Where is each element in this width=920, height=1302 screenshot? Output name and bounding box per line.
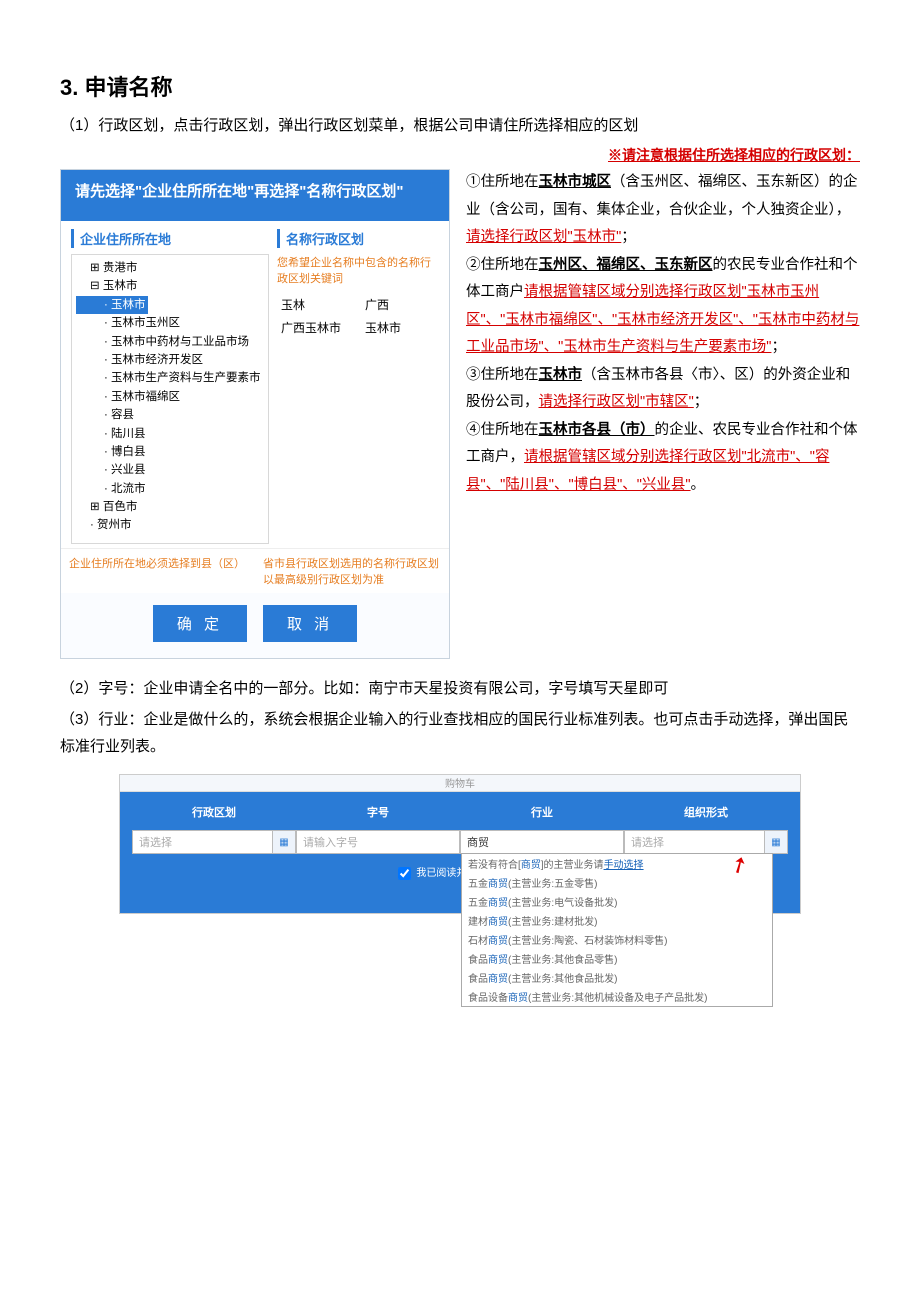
cancel-button[interactable]: 取 消 [263, 605, 357, 642]
name-input[interactable]: 请输入字号 [296, 830, 460, 854]
dropdown-option[interactable]: 石材商贸(主营业务:陶瓷、石材装饰材料零售) [462, 930, 772, 949]
dropdown-option[interactable]: 五金商贸(主营业务:电气设备批发) [462, 892, 772, 911]
dropdown-option[interactable]: 五金商贸(主营业务:五金零售) [462, 873, 772, 892]
tree-node[interactable]: · 容县 [76, 406, 264, 424]
tree-node[interactable]: · 玉林市经济开发区 [76, 351, 264, 369]
dropdown-option[interactable]: 建材商贸(主营业务:建材批发) [462, 911, 772, 930]
dropdown-option[interactable]: 食品设备商贸(主营业务:其他机械设备及电子产品批发) [462, 987, 772, 1006]
dialog-title: 请先选择"企业住所所在地"再选择"名称行政区划" [61, 170, 449, 221]
org-select[interactable]: 请选择▦ [624, 830, 788, 854]
region-dialog-screenshot: 请先选择"企业住所所在地"再选择"名称行政区划" 企业住所所在地 ⊞ 贵港市⊟ … [60, 169, 450, 659]
keyword-option[interactable]: 玉林市 [365, 319, 435, 336]
tree-node[interactable]: · 玉林市 [76, 296, 148, 314]
dropdown-icon[interactable]: ▦ [272, 831, 295, 853]
keyword-hint: 您希望企业名称中包含的名称行政区划关键词 [277, 254, 439, 286]
rules-text: ①住所地在玉林市城区（含玉州区、福绵区、玉东新区）的企业（含公司，国有、集体企业… [466, 169, 860, 500]
form-col-header: 组织形式 [624, 804, 788, 820]
form-col-header: 行业 [460, 804, 624, 820]
industry-form-screenshot: 购物车 行政区划字号行业组织形式 请选择▦ 请输入字号 商贸 ➚ 若没有符合[商… [119, 774, 801, 914]
tree-node[interactable]: · 玉林市福绵区 [76, 388, 264, 406]
industry-dropdown[interactable]: ➚ 若没有符合[商贸]的主营业务请手动选择五金商贸(主营业务:五金零售)五金商贸… [461, 853, 773, 1007]
tree-node[interactable]: · 玉林市中药材与工业品市场 [76, 333, 264, 351]
paragraph-1: （1）行政区划，点击行政区划，弹出行政区划菜单，根据公司申请住所选择相应的区划 [60, 112, 860, 139]
dropdown-icon[interactable]: ▦ [764, 831, 787, 853]
industry-input[interactable]: 商贸 ➚ 若没有符合[商贸]的主营业务请手动选择五金商贸(主营业务:五金零售)五… [460, 830, 624, 854]
section-heading: 3. 申请名称 [60, 70, 860, 102]
tree-node[interactable]: · 陆川县 [76, 425, 264, 443]
dropdown-option[interactable]: 食品商贸(主营业务:其他食品批发) [462, 968, 772, 987]
tree-node[interactable]: · 贺州市 [76, 516, 264, 534]
tree-node[interactable]: · 北流市 [76, 480, 264, 498]
keyword-option[interactable]: 广西 [365, 296, 435, 313]
footer-hint-left: 企业住所所在地必须选择到县（区） [61, 549, 255, 593]
region-tree[interactable]: ⊞ 贵港市⊟ 玉林市· 玉林市· 玉林市玉州区· 玉林市中药材与工业品市场· 玉… [71, 254, 269, 544]
panel-right-title: 名称行政区划 [277, 229, 439, 248]
footer-hint-right: 省市县行政区划选用的名称行政区划以最高级别行政区划为准 [255, 549, 449, 593]
dropdown-option[interactable]: 食品商贸(主营业务:其他食品零售) [462, 949, 772, 968]
tree-node[interactable]: · 兴业县 [76, 461, 264, 479]
tree-node[interactable]: ⊞ 百色市 [76, 498, 264, 516]
panel-left-title: 企业住所所在地 [71, 229, 269, 248]
form-col-header: 字号 [296, 804, 460, 820]
form-col-header: 行政区划 [132, 804, 296, 820]
confirm-button[interactable]: 确 定 [153, 605, 247, 642]
region-select[interactable]: 请选择▦ [132, 830, 296, 854]
agreement-checkbox[interactable] [398, 867, 411, 880]
keyword-grid[interactable]: 玉林广西广西玉林市玉林市 [277, 292, 439, 340]
keyword-option[interactable]: 玉林 [281, 296, 351, 313]
tree-node[interactable]: · 博白县 [76, 443, 264, 461]
tree-node[interactable]: ⊞ 贵港市 [76, 259, 264, 277]
notice-line: ※请注意根据住所选择相应的行政区划： [60, 145, 860, 165]
tree-node[interactable]: ⊟ 玉林市 [76, 277, 264, 295]
tree-node[interactable]: · 玉林市玉州区 [76, 314, 264, 332]
tree-node[interactable]: · 玉林市生产资料与生产要素市 [76, 369, 264, 387]
paragraph-2: （2）字号：企业申请全名中的一部分。比如：南宁市天星投资有限公司，字号填写天星即… [60, 675, 860, 702]
keyword-option[interactable]: 广西玉林市 [281, 319, 351, 336]
paragraph-3: （3）行业：企业是做什么的，系统会根据企业输入的行业查找相应的国民行业标准列表。… [60, 706, 860, 760]
